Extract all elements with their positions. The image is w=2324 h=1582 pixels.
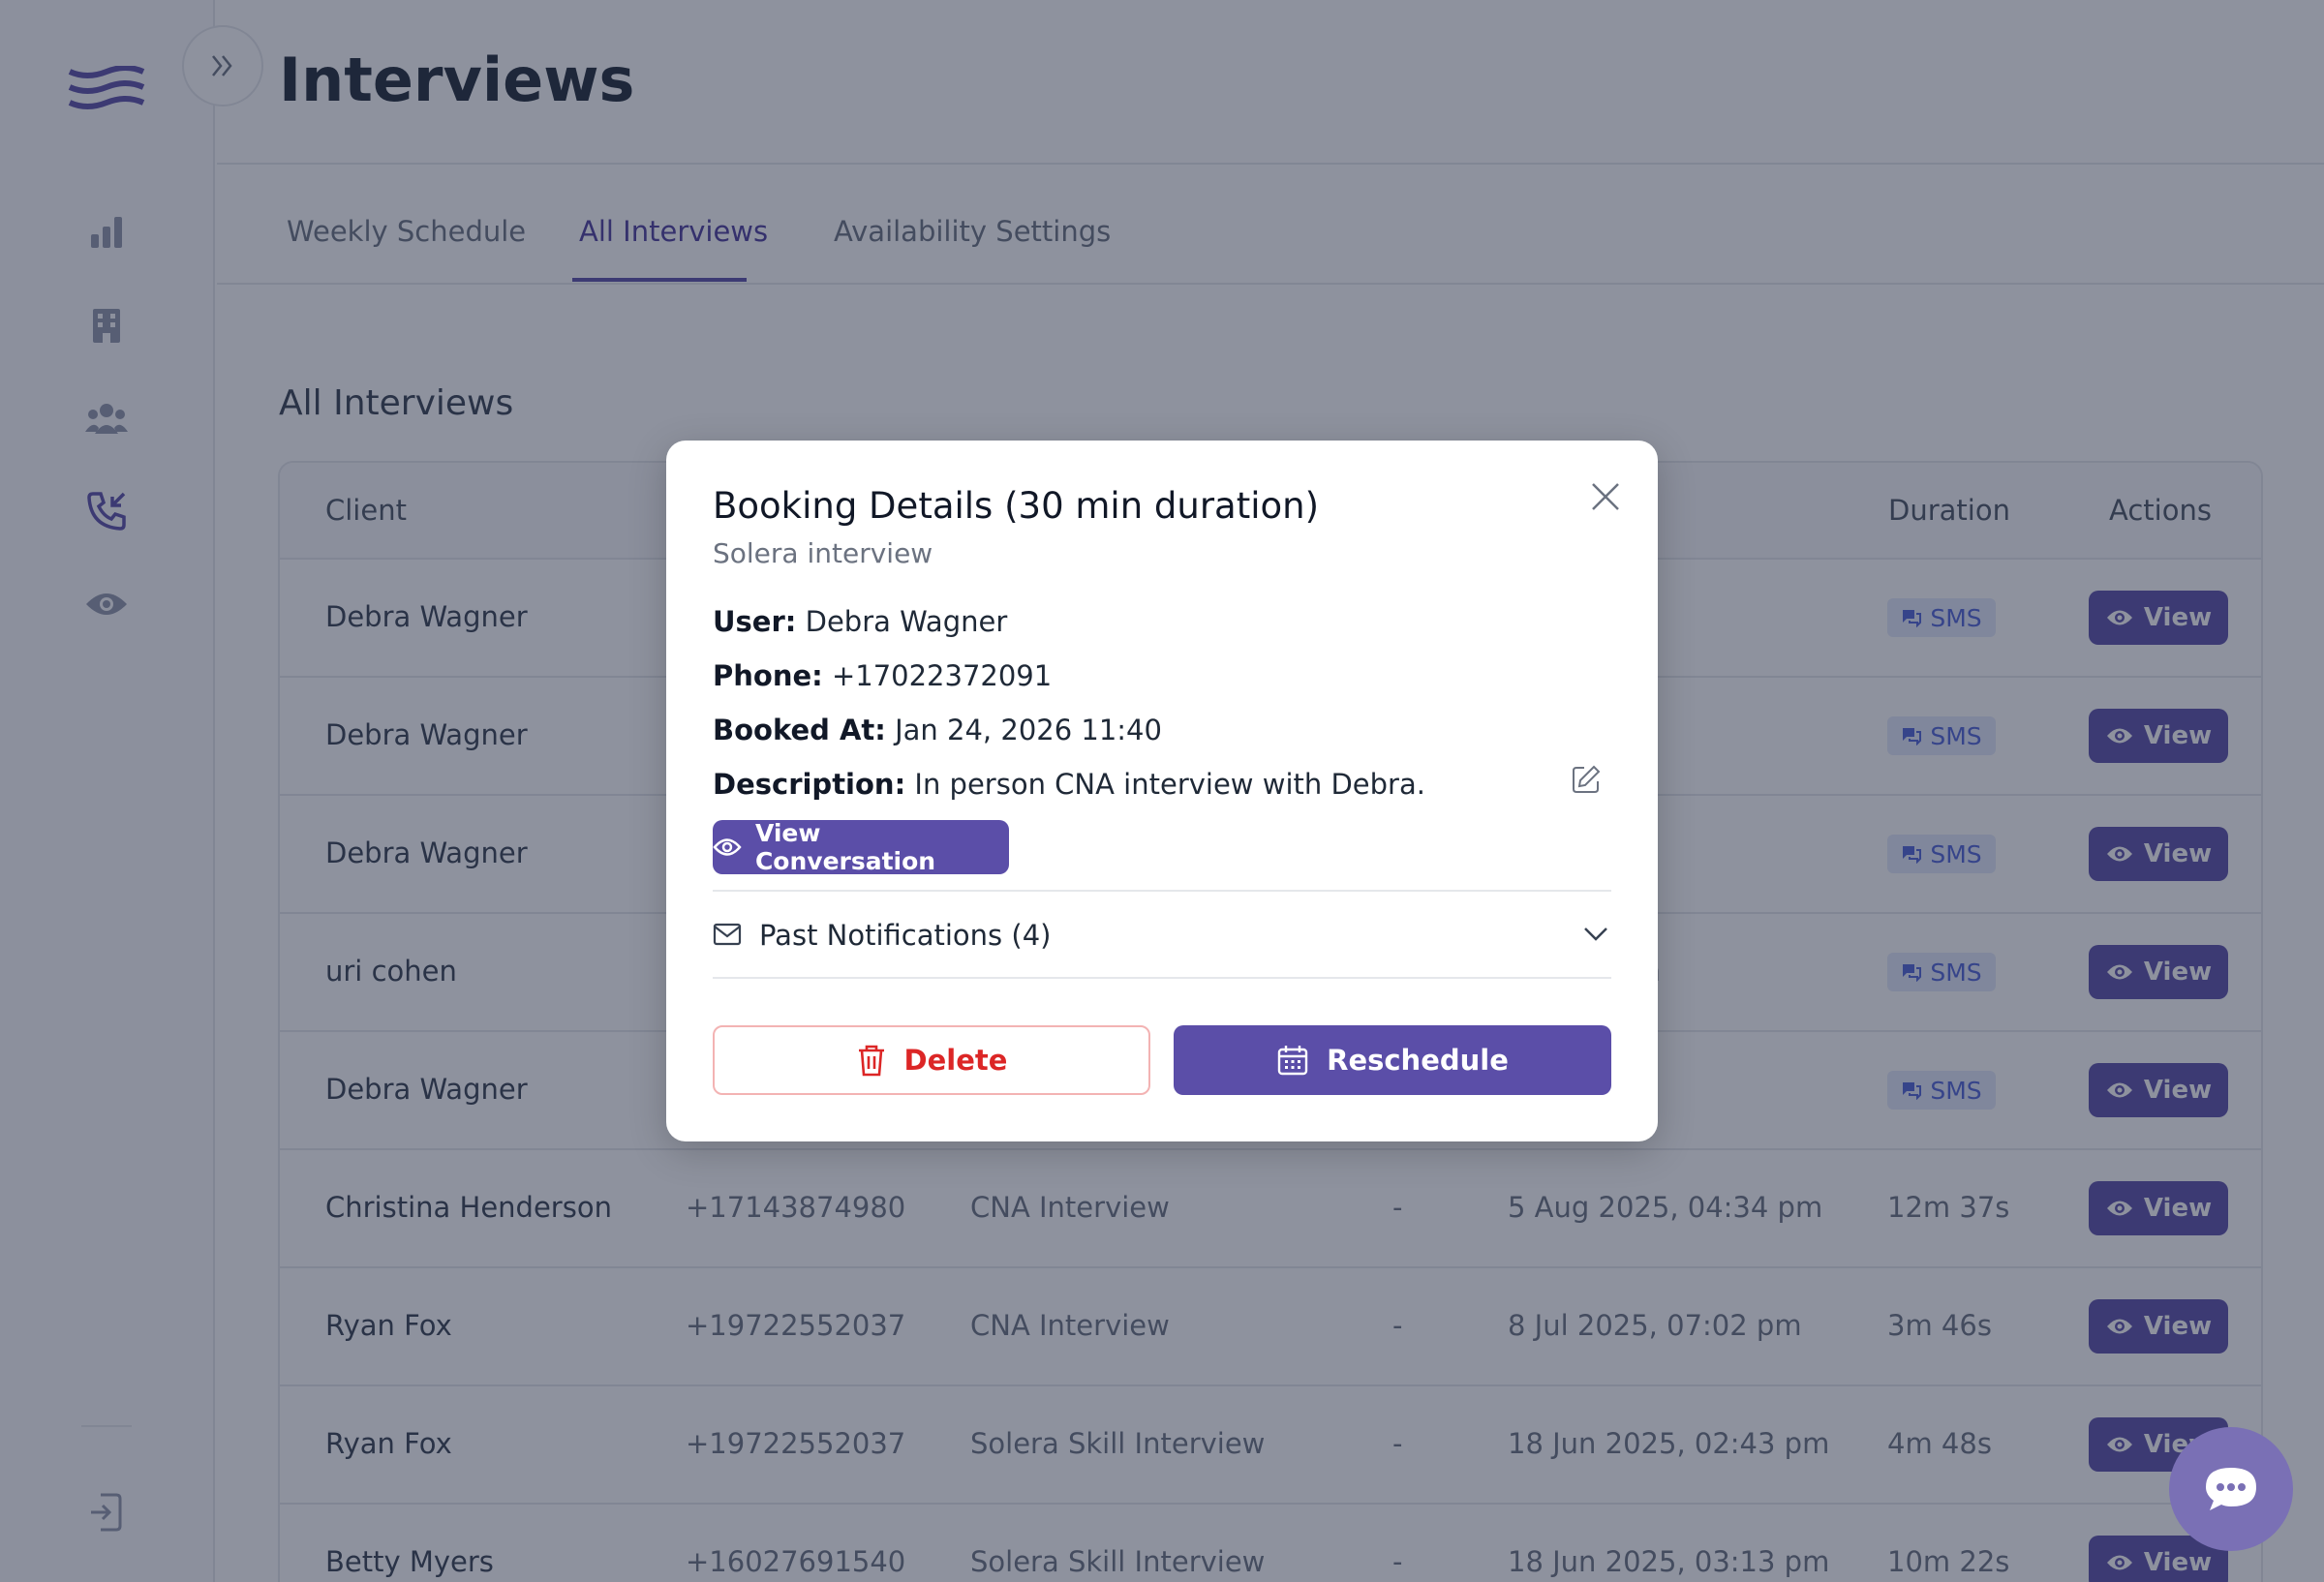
past-notifications-label: Past Notifications (4) (759, 919, 1052, 952)
detail-description-label: Description: (713, 768, 906, 801)
reschedule-label: Reschedule (1327, 1044, 1509, 1077)
past-notifications-accordion[interactable]: Past Notifications (4) (713, 892, 1611, 979)
detail-phone-label: Phone: (713, 659, 823, 692)
reschedule-button[interactable]: Reschedule (1174, 1025, 1611, 1095)
calendar-icon (1277, 1046, 1308, 1076)
booking-details-modal: Booking Details (30 min duration) Solera… (666, 441, 1658, 1141)
detail-user-value: Debra Wagner (805, 605, 1008, 638)
modal-title: Booking Details (30 min duration) (713, 485, 1320, 527)
detail-user-label: User: (713, 605, 797, 638)
detail-description-value: In person CNA interview with Debra. (914, 768, 1425, 801)
edit-description-icon[interactable] (1571, 764, 1605, 799)
view-conversation-label: View Conversation (754, 819, 936, 875)
eye-icon (713, 838, 742, 856)
close-icon (1592, 483, 1619, 510)
detail-booked-value: Jan 24, 2026 11:40 (895, 714, 1162, 746)
trash-icon (858, 1045, 884, 1077)
divider (713, 977, 1611, 979)
delete-label: Delete (903, 1044, 1008, 1077)
detail-phone: Phone: +17022372091 (713, 659, 1052, 692)
detail-user: User: Debra Wagner (713, 605, 1007, 638)
detail-phone-value: +17022372091 (831, 659, 1053, 692)
detail-description: Description: In person CNA interview wit… (713, 768, 1425, 801)
view-conversation-button[interactable]: View Conversation (713, 819, 1009, 875)
delete-button[interactable]: Delete (713, 1025, 1150, 1095)
chat-bubble-icon (2206, 1468, 2256, 1510)
mail-icon (713, 923, 742, 946)
chat-widget-button[interactable] (2169, 1427, 2293, 1551)
modal-subtitle: Solera interview (713, 537, 933, 569)
chevron-down-icon (1584, 928, 1607, 941)
detail-booked-label: Booked At: (713, 714, 886, 746)
detail-booked-at: Booked At: Jan 24, 2026 11:40 (713, 714, 1162, 746)
close-button[interactable] (1586, 477, 1625, 516)
